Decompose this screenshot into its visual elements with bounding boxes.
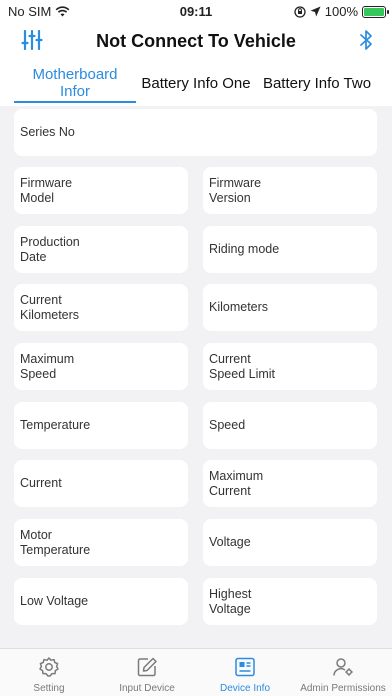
field-label: Kilometers xyxy=(209,300,269,314)
field-label: Current xyxy=(20,476,62,490)
tabbar-label: Admin Permissions xyxy=(300,683,386,694)
tab-label-line2: Infor xyxy=(59,83,90,100)
tab-motherboard-label: Motherboard Infor xyxy=(32,66,117,100)
field-label: Firmware Model xyxy=(20,175,73,205)
field-label: Voltage xyxy=(209,535,251,549)
field-current-speed-limit: Current Speed Limit xyxy=(203,343,377,390)
field-label: Maximum Current xyxy=(209,468,264,498)
location-arrow-icon xyxy=(310,6,321,17)
field-highest-voltage: Highest Voltage xyxy=(203,578,377,625)
bottom-tab-bar: Setting Input Device Device Info Admin P… xyxy=(0,648,392,696)
tabbar-label: Input Device xyxy=(119,683,175,694)
tabbar-item-admin-permissions[interactable]: Admin Permissions xyxy=(294,649,392,696)
edit-icon xyxy=(137,657,157,677)
top-tabs: Motherboard Infor Battery Info One Batte… xyxy=(0,60,392,106)
field-firmware-model: Firmware Model xyxy=(14,167,188,214)
admin-user-icon xyxy=(333,658,353,676)
tab-label-line1: Motherboard xyxy=(32,66,118,83)
active-tab-indicator xyxy=(14,101,136,103)
field-label: Maximum Speed xyxy=(20,351,75,381)
tabbar-item-device-info[interactable]: Device Info xyxy=(196,649,294,696)
orientation-lock-icon xyxy=(294,5,306,18)
tab-motherboard-infor[interactable]: Motherboard Infor xyxy=(14,60,136,106)
field-firmware-version: Firmware Version xyxy=(203,167,377,214)
nav-header: Not Connect To Vehicle xyxy=(0,22,392,60)
page-title: Not Connect To Vehicle xyxy=(96,31,296,51)
field-label: Riding mode xyxy=(209,242,280,256)
field-label: Current Speed Limit xyxy=(209,351,276,381)
tab-battery-info-one[interactable]: Battery Info One xyxy=(138,60,254,106)
device-info-icon xyxy=(235,657,255,677)
tab-label: Battery Info Two xyxy=(262,74,372,92)
field-low-voltage: Low Voltage xyxy=(14,578,188,625)
tab-label: Battery Info One xyxy=(141,74,251,92)
tabbar-label: Device Info xyxy=(219,683,271,694)
battery-level xyxy=(364,7,384,16)
field-label: Speed xyxy=(209,418,246,432)
tab-battery-info-two[interactable]: Battery Info Two xyxy=(257,60,377,106)
field-label: Firmware Version xyxy=(209,175,262,205)
field-maximum-current: Maximum Current xyxy=(203,460,377,507)
field-label: Temperature xyxy=(20,418,91,432)
status-bar: No SIM 09:11 100% xyxy=(0,0,392,22)
field-current: Current xyxy=(14,460,188,507)
gear-icon xyxy=(39,657,59,677)
status-right: 100% xyxy=(294,4,389,19)
field-label: Series No xyxy=(20,125,75,139)
battery-percent: 100% xyxy=(324,4,358,19)
tabbar-label: Setting xyxy=(33,683,65,694)
tabbar-item-input-device[interactable]: Input Device xyxy=(98,649,196,696)
field-label: Motor Temperature xyxy=(20,527,91,557)
field-kilometers: Kilometers xyxy=(203,284,377,331)
battery-icon xyxy=(362,5,389,18)
field-motor-temperature: Motor Temperature xyxy=(14,519,188,566)
field-label: Highest Voltage xyxy=(209,586,252,616)
field-current-kilometers: Current Kilometers xyxy=(14,284,188,331)
field-production-date: Production Date xyxy=(14,226,188,273)
field-label: Production Date xyxy=(20,234,80,264)
field-series-no: Series No xyxy=(14,109,377,156)
device-info-grid: Series No Firmware Model Firmware Version … xyxy=(0,106,392,646)
tabbar-item-setting[interactable]: Setting xyxy=(0,649,98,696)
field-speed: Speed xyxy=(203,402,377,449)
field-temperature: Temperature xyxy=(14,402,188,449)
field-riding-mode: Riding mode xyxy=(203,226,377,273)
field-label: Current Kilometers xyxy=(20,292,80,322)
field-label: Low Voltage xyxy=(20,594,89,608)
field-maximum-speed: Maximum Speed xyxy=(14,343,188,390)
field-voltage: Voltage xyxy=(203,519,377,566)
bluetooth-icon[interactable] xyxy=(356,28,376,52)
